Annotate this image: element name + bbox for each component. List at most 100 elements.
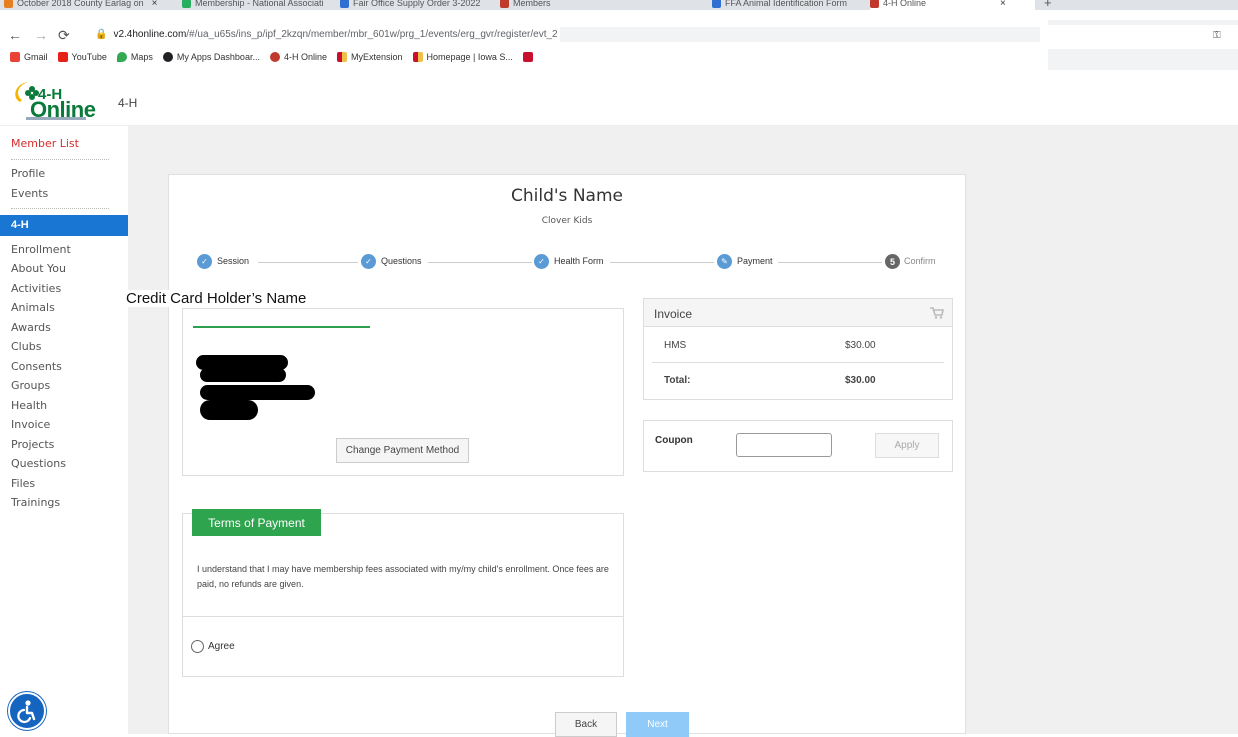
- sidebar-item-clubs[interactable]: Clubs: [11, 340, 41, 353]
- 4h-online-logo[interactable]: 4-H Online: [12, 80, 96, 122]
- invoice-divider: [652, 362, 944, 363]
- tab-favicon-icon: [712, 0, 721, 8]
- sidebar-item-health[interactable]: Health: [11, 399, 47, 412]
- bookmark-my-apps[interactable]: My Apps Dashboar...: [162, 52, 260, 62]
- stepper-line: [428, 262, 532, 263]
- lock-icon: 🔒: [95, 29, 108, 40]
- agree-label[interactable]: Agree: [208, 641, 235, 652]
- sidebar-item-activities[interactable]: Activities: [11, 282, 61, 295]
- change-payment-method-button[interactable]: Change Payment Method: [336, 438, 469, 463]
- sidebar-item-enrollment[interactable]: Enrollment: [11, 243, 71, 256]
- bookmark-maps[interactable]: Maps: [116, 52, 153, 62]
- youtube-icon: [57, 52, 68, 62]
- sidebar-item-awards[interactable]: Awards: [11, 321, 51, 334]
- cart-icon: [930, 307, 944, 319]
- back-button[interactable]: Back: [555, 712, 617, 737]
- accessibility-button[interactable]: [8, 692, 46, 730]
- sidebar-item-trainings[interactable]: Trainings: [11, 496, 60, 509]
- tab-favicon-icon: [340, 0, 349, 8]
- back-arrow-icon[interactable]: ←: [8, 27, 22, 43]
- iowa-state-icon: [412, 52, 423, 62]
- sidebar: Member List Profile Events 4-H Enrollmen…: [0, 126, 128, 734]
- page-title: Child's Name: [511, 186, 623, 206]
- sidebar-item-questions[interactable]: Questions: [11, 457, 66, 470]
- stepper-line: [610, 262, 714, 263]
- sidebar-divider: [11, 208, 109, 209]
- coupon-input[interactable]: [736, 433, 832, 457]
- step-session-check-icon: ✓: [197, 254, 212, 269]
- payment-tab-underline: [193, 326, 370, 328]
- stepper-line: [258, 262, 358, 263]
- address-bar-background: [560, 27, 1040, 42]
- myextension-icon: [336, 52, 347, 62]
- bookmark-youtube[interactable]: YouTube: [57, 52, 107, 62]
- step-payment-pencil-icon: ✎: [717, 254, 732, 269]
- sidebar-item-events[interactable]: Events: [11, 187, 48, 200]
- browser-tab[interactable]: October 2018 County Earlag on ×: [4, 0, 174, 10]
- browser-tab[interactable]: Fair Office Supply Order 3-2022: [340, 0, 490, 10]
- tab-favicon-icon: [870, 0, 879, 8]
- sidebar-item-projects[interactable]: Projects: [11, 438, 54, 451]
- stepper-line: [778, 262, 882, 263]
- maps-icon: [116, 52, 127, 62]
- close-tab-icon[interactable]: ×: [1000, 0, 1006, 9]
- my-apps-icon: [162, 52, 173, 62]
- browser-tab-strip: October 2018 County Earlag on × Membershi…: [0, 0, 1238, 10]
- next-button[interactable]: Next: [626, 712, 689, 737]
- terms-text: I understand that I may have membership …: [197, 564, 609, 589]
- app-header: [0, 72, 1238, 126]
- step-questions-label[interactable]: Questions: [381, 256, 422, 266]
- sidebar-item-consents[interactable]: Consents: [11, 360, 62, 373]
- step-health-form-label[interactable]: Health Form: [554, 256, 604, 266]
- apply-coupon-button[interactable]: Apply: [875, 433, 939, 458]
- coupon-label: Coupon: [655, 435, 693, 446]
- browser-tab[interactable]: Members: [500, 0, 700, 10]
- browser-tab[interactable]: Membership - National Associati: [182, 0, 330, 10]
- tab-favicon-icon: [500, 0, 509, 8]
- bookmark-gmail[interactable]: Gmail: [10, 52, 48, 62]
- sidebar-item-invoice[interactable]: Invoice: [11, 418, 50, 431]
- invoice-header: Invoice: [644, 299, 952, 327]
- accessibility-icon: [17, 700, 36, 724]
- card-holder-name-label: Credit Card Holder’s Name: [126, 290, 311, 307]
- program-label: 4-H: [118, 96, 138, 110]
- key-icon[interactable]: ⚿: [1213, 30, 1221, 41]
- redacted-card-info: [200, 385, 315, 400]
- invoice-item-amount: $30.00: [845, 340, 876, 351]
- terms-of-payment-heading: Terms of Payment: [192, 509, 321, 536]
- sidebar-item-member-list[interactable]: Member List: [11, 137, 79, 150]
- step-payment-label[interactable]: Payment: [737, 256, 773, 266]
- agree-radio[interactable]: [191, 640, 204, 653]
- forward-arrow-icon[interactable]: →: [34, 27, 48, 43]
- invoice-item-name: HMS: [664, 340, 687, 351]
- sidebar-item-groups[interactable]: Groups: [11, 379, 50, 392]
- reload-icon[interactable]: ⟳: [58, 27, 70, 44]
- step-session-label[interactable]: Session: [217, 256, 249, 266]
- bookmarks-bar: Gmail YouTube Maps My Apps Dashboar... 4…: [0, 48, 560, 66]
- 4h-online-icon: [269, 52, 280, 62]
- invoice-total-label: Total:: [664, 375, 691, 386]
- bookmark-overflow[interactable]: [522, 52, 533, 62]
- sidebar-item-files[interactable]: Files: [11, 477, 35, 490]
- tab-favicon-icon: [4, 0, 13, 8]
- step-confirm-label: Confirm: [904, 256, 936, 266]
- bookmark-iowa-state[interactable]: Homepage | Iowa S...: [412, 52, 513, 62]
- redacted-card-info: [200, 368, 286, 382]
- new-tab-icon[interactable]: +: [1044, 0, 1052, 10]
- step-questions-check-icon: ✓: [361, 254, 376, 269]
- browser-tab-active[interactable]: 4-H Online ×: [870, 0, 1035, 10]
- terms-of-payment-box: [182, 513, 624, 677]
- sidebar-item-animals[interactable]: Animals: [11, 301, 55, 314]
- bookmark-myextension[interactable]: MyExtension: [336, 52, 403, 62]
- close-tab-icon[interactable]: ×: [152, 0, 158, 9]
- sidebar-divider: [11, 159, 109, 160]
- address-bar[interactable]: 🔒 v2.4honline.com/#/ua_u65s/ins_p/ipf_2kz…: [95, 29, 558, 40]
- sidebar-item-4h[interactable]: 4-H: [0, 215, 128, 236]
- sidebar-item-about-you[interactable]: About You: [11, 262, 66, 275]
- bookmark-4h-online[interactable]: 4-H Online: [269, 52, 327, 62]
- bookmark-icon: [522, 52, 533, 62]
- sidebar-item-profile[interactable]: Profile: [11, 167, 45, 180]
- browser-tab[interactable]: FFA Animal Identification Form: [712, 0, 862, 10]
- step-health-form-check-icon: ✓: [534, 254, 549, 269]
- page-subtitle: Clover Kids: [541, 216, 593, 226]
